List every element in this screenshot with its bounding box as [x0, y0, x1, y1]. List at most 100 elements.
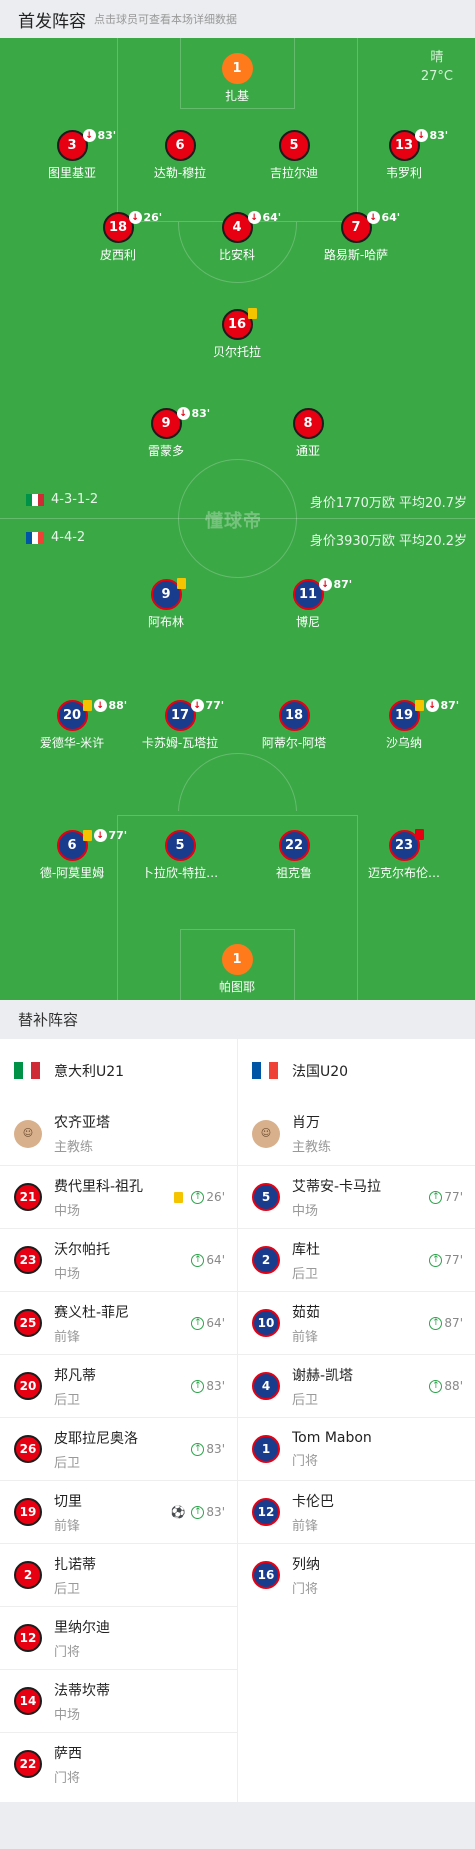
sub-player-row[interactable]: 26 皮耶拉尼奥洛 后卫 ↑ 83'	[0, 1417, 237, 1480]
sub-player-row[interactable]: 19 切里 前锋 ⚽ ↑ 83'	[0, 1480, 237, 1543]
home-player[interactable]: 9 ↓ 83' 雷蒙多	[106, 407, 226, 459]
sub-player-name: 邦凡蒂	[54, 1367, 96, 1384]
away-player[interactable]: 20 ↓ 88' 爱德华-米许	[12, 699, 132, 751]
home-player[interactable]: 1 扎基	[177, 53, 297, 104]
coach-name: 肖万	[292, 1115, 320, 1131]
sub-player-row[interactable]: 2 扎诺蒂 后卫	[0, 1543, 237, 1606]
sub-player-row[interactable]: 20 邦凡蒂 后卫 ↑ 83'	[0, 1354, 237, 1417]
watermark: 懂球帝	[205, 511, 262, 532]
away-coach-row[interactable]: ☺ 肖万 主教练	[238, 1102, 475, 1165]
sub-player-row[interactable]: 23 沃尔帕托 中场 ↑ 64'	[0, 1228, 237, 1291]
sub-player-row[interactable]: 4 谢赫-凯塔 后卫 ↑ 88'	[238, 1354, 475, 1417]
sub-minute: 87'	[440, 699, 460, 712]
sub-player-row[interactable]: 2 库杜 后卫 ↑ 77'	[238, 1228, 475, 1291]
away-player[interactable]: 9 阿布林	[106, 578, 226, 630]
weather-info: 晴 27°C	[421, 48, 453, 86]
sub-player-row[interactable]: 16 列纳 门将	[238, 1543, 475, 1606]
player-number-badge: 18	[278, 700, 310, 731]
player-number: 7	[351, 220, 361, 235]
sub-out-icon: ↓	[247, 211, 261, 224]
home-player[interactable]: 13 ↓ 83' 韦罗利	[344, 129, 464, 181]
sub-out-icon: ↓	[366, 211, 380, 224]
player-name: 沙乌纳	[385, 736, 422, 750]
player-number: 8	[303, 416, 313, 431]
away-player[interactable]: 1 帕图耶	[177, 944, 297, 995]
yellow-card-icon	[176, 578, 186, 589]
home-player[interactable]: 7 ↓ 64' 路易斯-哈萨	[296, 211, 416, 263]
sub-player-number: 23	[14, 1246, 42, 1274]
sub-in-minute: 77'	[444, 1253, 463, 1267]
home-player[interactable]: 5 吉拉尔迪	[234, 130, 354, 181]
home-formation-label: 4-3-1-2	[51, 492, 99, 507]
player-events: ↓ 87'	[318, 578, 352, 591]
sub-player-number: 16	[252, 1561, 280, 1589]
player-number: 18	[284, 708, 304, 723]
sub-player-name: 费代里科-祖孔	[54, 1178, 144, 1195]
away-player[interactable]: 5 卜拉欣-特拉…	[120, 830, 240, 881]
player-number: 23	[394, 838, 414, 853]
sub-player-events: ↑ 26'	[174, 1190, 225, 1204]
player-number-badge: 5	[164, 830, 196, 861]
coach-role: 主教练	[292, 1140, 332, 1155]
sub-player-number: 2	[14, 1561, 42, 1589]
sub-player-row[interactable]: 14 法蒂坎蒂 中场	[0, 1669, 237, 1732]
player-number: 6	[175, 138, 185, 153]
player-name: 贝尔托拉	[212, 345, 261, 359]
sub-in-icon: ↑	[429, 1379, 443, 1393]
sub-player-row[interactable]: 1 Tom Mabon 门将	[238, 1417, 475, 1480]
away-player[interactable]: 19 ↓ 87' 沙乌纳	[344, 699, 464, 751]
home-player[interactable]: 18 ↓ 26' 皮西利	[58, 211, 178, 263]
away-player[interactable]: 6 ↓ 77' 德-阿莫里姆	[12, 829, 132, 881]
home-player[interactable]: 4 ↓ 64' 比安科	[177, 211, 297, 263]
sub-player-number: 22	[14, 1750, 42, 1778]
home-player[interactable]: 6 达勒-穆拉	[120, 130, 240, 181]
sub-player-name: 萨西	[54, 1745, 82, 1762]
sub-player-name: 扎诺蒂	[54, 1556, 96, 1573]
home-player[interactable]: 16 贝尔托拉	[177, 308, 297, 360]
home-player[interactable]: 8 通亚	[248, 408, 368, 459]
player-number: 13	[394, 138, 414, 153]
sub-player-row[interactable]: 5 艾蒂安-卡马拉 中场 ↑ 77'	[238, 1165, 475, 1228]
sub-minute: 83'	[429, 129, 449, 142]
player-number: 9	[161, 416, 171, 431]
sub-player-position: 后卫	[54, 1392, 81, 1408]
away-formation-label: 4-4-2	[51, 530, 86, 545]
player-number: 5	[175, 838, 185, 853]
away-player[interactable]: 22 祖克鲁	[234, 830, 354, 881]
player-name: 雷蒙多	[147, 444, 184, 458]
sub-player-row[interactable]: 12 卡伦巴 前锋	[238, 1480, 475, 1543]
sub-player-position: 前锋	[54, 1329, 81, 1345]
player-name: 皮西利	[99, 248, 136, 262]
player-number: 6	[67, 838, 77, 853]
player-events: ↓ 87'	[414, 699, 460, 712]
sub-player-row[interactable]: 25 赛义杜-菲尼 前锋 ↑ 64'	[0, 1291, 237, 1354]
away-player[interactable]: 11 ↓ 87' 博尼	[248, 578, 368, 630]
home-player[interactable]: 3 ↓ 83' 图里基亚	[12, 129, 132, 181]
sub-player-position: 门将	[292, 1581, 319, 1597]
player-name: 阿布林	[147, 615, 184, 629]
bottom-spacer	[0, 1802, 475, 1849]
sub-player-row[interactable]: 10 茹茹 前锋 ↑ 87'	[238, 1291, 475, 1354]
sub-minute: 64'	[262, 211, 282, 224]
sub-player-row[interactable]: 12 里纳尔迪 门将	[0, 1606, 237, 1669]
sub-player-row[interactable]: 21 费代里科-祖孔 中场 ↑ 26'	[0, 1165, 237, 1228]
sub-in-minute: 26'	[206, 1190, 225, 1204]
pitch: 晴 27°C 懂球帝 4-3-1-2 身价1770万欧 平均20.7岁 4-4-…	[0, 38, 475, 1000]
sub-in-icon: ↑	[191, 1316, 205, 1330]
italy-flag-icon	[26, 493, 44, 506]
sub-out-icon: ↓	[425, 699, 439, 712]
player-number-badge: 1	[221, 944, 253, 975]
sub-minute: 26'	[143, 211, 163, 224]
sub-player-name: Tom Mabon	[292, 1429, 372, 1446]
home-value: 身价1770万欧 平均20.7岁	[309, 496, 467, 511]
player-number-badge: 3 ↓ 83'	[56, 129, 116, 161]
away-player[interactable]: 17 ↓ 77' 卡苏姆-瓦塔拉	[120, 699, 240, 751]
sub-player-name: 里纳尔迪	[54, 1619, 110, 1636]
away-player[interactable]: 23 迈克尔布伦…	[344, 829, 464, 881]
away-player[interactable]: 18 阿蒂尔-阿塔	[234, 700, 354, 751]
italy-flag-icon	[14, 1062, 41, 1079]
sub-player-row[interactable]: 22 萨西 门将	[0, 1732, 237, 1795]
sub-player-position: 中场	[54, 1266, 81, 1282]
player-number: 5	[289, 138, 299, 153]
home-coach-row[interactable]: ☺ 农齐亚塔 主教练	[0, 1102, 237, 1165]
